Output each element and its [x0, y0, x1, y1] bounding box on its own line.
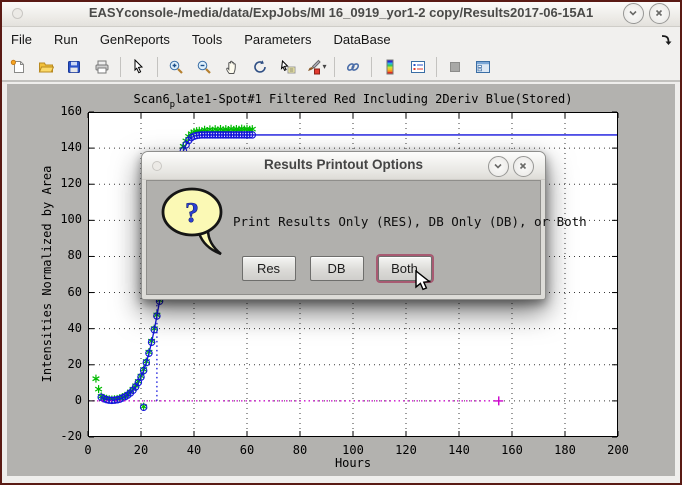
link-plots-button[interactable]: [339, 54, 367, 80]
chart-title: Scan6plate1-Spot#1 Filtered Red Includin…: [88, 92, 618, 110]
window-close-button[interactable]: [649, 3, 670, 24]
save-button[interactable]: [60, 54, 88, 80]
y-tick-label: 140: [42, 140, 82, 154]
results-printout-options-dialog: Results Printout Options ? Print Results…: [141, 151, 546, 300]
svg-text:?: ?: [185, 198, 199, 229]
open-folder-button[interactable]: [32, 54, 60, 80]
menubar-items: FileRunGenReportsToolsParametersDataBase: [0, 27, 402, 53]
y-tick-label: 100: [42, 212, 82, 226]
print-icon: [94, 59, 110, 75]
toolbar-separator: [120, 57, 121, 77]
menu-file[interactable]: File: [0, 27, 43, 53]
easyconsole-window: EASYconsole-/media/data/ExpJobs/MI 16_09…: [0, 0, 682, 485]
pan-hand-button[interactable]: [218, 54, 246, 80]
rotate-3d-button[interactable]: [246, 54, 274, 80]
save-icon: [66, 59, 82, 75]
y-tick-label: -20: [42, 429, 82, 443]
rotate-3d-icon: [252, 59, 268, 75]
dialog-close-button[interactable]: [513, 156, 534, 177]
print-button[interactable]: [88, 54, 116, 80]
brush-icon: [305, 59, 321, 75]
zoom-out-button[interactable]: [190, 54, 218, 80]
dialog-title: Results Printout Options: [142, 157, 545, 172]
zoom-in-icon: [168, 59, 184, 75]
y-tick-label: 120: [42, 176, 82, 190]
close-icon: [653, 7, 665, 19]
dialog-shade-button[interactable]: [488, 156, 509, 177]
brush-button[interactable]: ▾: [302, 54, 330, 80]
toolbar-separator: [436, 57, 437, 77]
menu-parameters[interactable]: Parameters: [233, 27, 322, 53]
y-tick-label: 0: [42, 393, 82, 407]
x-tick-label: 160: [494, 443, 530, 457]
chevron-down-icon: [492, 160, 504, 172]
show-plot-tools-icon: [475, 59, 491, 75]
link-plots-icon: [345, 59, 361, 75]
x-tick-label: 20: [123, 443, 159, 457]
x-tick-label: 40: [176, 443, 212, 457]
dialog-body: ? Print Results Only (RES), DB Only (DB)…: [146, 180, 541, 295]
show-plot-tools-button[interactable]: [469, 54, 497, 80]
insert-legend-button[interactable]: [404, 54, 432, 80]
toolbar: ▾: [0, 53, 682, 82]
data-cursor-button[interactable]: [274, 54, 302, 80]
dialog-button-res[interactable]: Res: [242, 256, 296, 281]
dialog-titlebar[interactable]: Results Printout Options: [142, 152, 545, 180]
x-tick-label: 80: [282, 443, 318, 457]
y-axis-label: Intensities Normalized by Area: [40, 166, 54, 383]
y-tick-label: 60: [42, 285, 82, 299]
x-tick-label: 180: [547, 443, 583, 457]
brush-dropdown-caret-icon[interactable]: ▾: [322, 62, 326, 71]
toolbar-separator: [157, 57, 158, 77]
menu-genreports[interactable]: GenReports: [89, 27, 181, 53]
y-tick-label: 40: [42, 321, 82, 335]
new-document-icon: [10, 59, 26, 75]
x-tick-label: 100: [335, 443, 371, 457]
y-tick-label: 80: [42, 248, 82, 262]
zoom-in-button[interactable]: [162, 54, 190, 80]
x-tick-label: 200: [600, 443, 636, 457]
menu-tools[interactable]: Tools: [181, 27, 233, 53]
window-titlebar[interactable]: EASYconsole-/media/data/ExpJobs/MI 16_09…: [0, 0, 682, 27]
toolbar-separator: [371, 57, 372, 77]
mouse-cursor-icon: [414, 270, 434, 297]
x-tick-label: 0: [70, 443, 106, 457]
hide-plot-tools-icon: [447, 59, 463, 75]
window-title: EASYconsole-/media/data/ExpJobs/MI 16_09…: [0, 5, 682, 20]
dialog-button-db[interactable]: DB: [310, 256, 364, 281]
chevron-down-icon: [627, 7, 639, 19]
hide-plot-tools-button[interactable]: [441, 54, 469, 80]
pointer-button[interactable]: [125, 54, 153, 80]
x-tick-label: 120: [388, 443, 424, 457]
x-tick-label: 140: [441, 443, 477, 457]
insert-legend-icon: [410, 59, 426, 75]
dialog-message: Print Results Only (RES), DB Only (DB), …: [233, 214, 587, 229]
new-document-button[interactable]: [4, 54, 32, 80]
open-folder-icon: [38, 59, 54, 75]
insert-colorbar-icon: [382, 59, 398, 75]
menu-run[interactable]: Run: [43, 27, 89, 53]
x-axis-label: Hours: [88, 456, 618, 470]
pan-hand-icon: [224, 59, 240, 75]
menu-database[interactable]: DataBase: [322, 27, 401, 53]
close-icon: [517, 160, 529, 172]
data-cursor-icon: [280, 59, 296, 75]
y-tick-label: 160: [42, 104, 82, 118]
menubar: FileRunGenReportsToolsParametersDataBase: [0, 27, 682, 53]
toolbar-separator: [334, 57, 335, 77]
zoom-out-icon: [196, 59, 212, 75]
insert-colorbar-button[interactable]: [376, 54, 404, 80]
y-tick-label: 20: [42, 357, 82, 371]
x-tick-label: 60: [229, 443, 265, 457]
pointer-icon: [131, 59, 147, 75]
dialog-buttons: ResDBBoth: [147, 256, 526, 281]
menu-overflow-arrow-icon[interactable]: [658, 32, 674, 48]
window-shade-button[interactable]: [623, 3, 644, 24]
